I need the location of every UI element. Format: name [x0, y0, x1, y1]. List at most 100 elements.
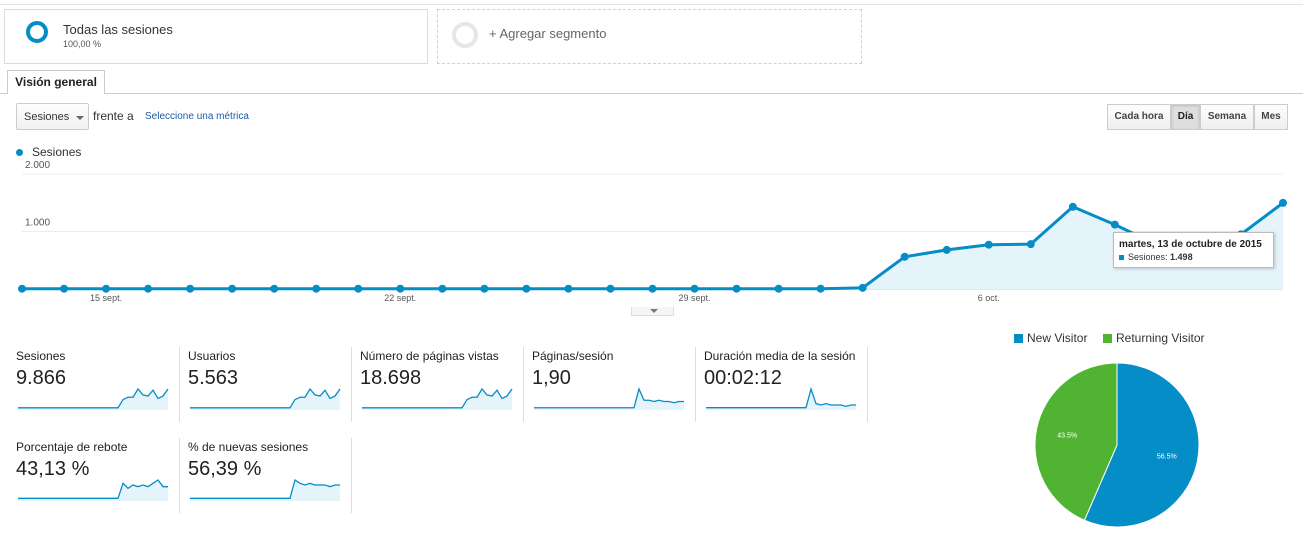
segment-title: Todas las sesiones	[63, 22, 173, 37]
sparkline-area	[534, 389, 684, 410]
metric-tile-separator	[867, 347, 868, 422]
y-tick-label: 1.000	[25, 218, 50, 229]
x-tick-label: 29 sept.	[679, 293, 711, 303]
tab-overview[interactable]: Visión general	[7, 70, 105, 94]
data-point	[1068, 202, 1077, 211]
metric-tile-separator	[351, 347, 352, 422]
x-tick-label: 22 sept.	[384, 293, 416, 303]
data-point	[396, 284, 405, 293]
metric-tile-separator	[179, 438, 180, 513]
sparkline-area	[18, 389, 168, 410]
x-tick-label: 6 oct.	[978, 293, 1000, 303]
metric-sparkline	[190, 387, 341, 410]
data-point	[186, 284, 195, 293]
pie-slice-label: 56.5%	[1157, 453, 1177, 460]
data-point	[900, 252, 909, 261]
visitor-type-pie-chart: 56.5% 43.5%	[1034, 362, 1200, 528]
data-point	[1279, 198, 1287, 207]
data-point	[270, 284, 279, 293]
data-point	[564, 284, 573, 293]
metric-tile: Sesiones 9.866	[16, 349, 174, 419]
pie-legend-returning: Returning Visitor	[1103, 331, 1205, 345]
versus-label: frente a	[93, 109, 134, 123]
data-point	[60, 284, 69, 293]
pie-legend-returning-label: Returning Visitor	[1116, 331, 1205, 345]
data-point	[354, 284, 363, 293]
tooltip-date: martes, 13 de octubre de 2015	[1119, 239, 1262, 250]
empty-segment-ring-icon	[452, 22, 478, 48]
legend-swatch-new	[1014, 334, 1023, 343]
metric-sparkline	[362, 387, 513, 410]
metric-tile-separator	[179, 347, 180, 422]
metric-label: Usuarios	[188, 349, 236, 363]
tooltip-series-label: Sesiones:	[1128, 252, 1168, 262]
data-point	[690, 284, 699, 293]
data-point	[774, 284, 783, 293]
pie-legend-new-label: New Visitor	[1027, 331, 1088, 345]
data-point	[816, 284, 825, 293]
metric-label: Duración media de la sesión	[704, 349, 856, 363]
data-point	[984, 240, 993, 249]
data-point	[858, 283, 867, 292]
metric-label: Porcentaje de rebote	[16, 440, 128, 454]
tab-underline	[0, 93, 1303, 94]
legend-swatch-returning	[1103, 334, 1112, 343]
add-segment-label: + Agregar segmento	[489, 26, 607, 41]
data-point	[228, 284, 237, 293]
pie-legend-new: New Visitor	[1014, 331, 1087, 345]
segment-all-sessions[interactable]: Todas las sesiones 100,00 %	[4, 9, 428, 64]
sparkline-area	[190, 389, 340, 410]
select-metric-link[interactable]: Seleccione una métrica	[145, 111, 249, 122]
metric-tile: Páginas/sesión 1,90	[532, 349, 690, 419]
collapse-chart-toggle[interactable]	[631, 307, 674, 316]
series-legend-label: Sesiones	[32, 145, 82, 159]
tooltip-value: 1.498	[1170, 252, 1193, 262]
top-divider	[0, 4, 1303, 5]
data-point	[312, 284, 321, 293]
metric-label: Sesiones	[16, 349, 66, 363]
data-point	[606, 284, 615, 293]
data-point	[732, 284, 741, 293]
data-point	[144, 284, 153, 293]
segment-ring-icon	[26, 21, 48, 43]
metric-tile: Usuarios 5.563	[188, 349, 346, 419]
data-point	[942, 245, 951, 254]
sparkline-area	[362, 389, 512, 410]
tab-gap	[8, 93, 104, 94]
sparkline-area	[706, 389, 856, 410]
granularity-day-button[interactable]: Día	[1171, 104, 1200, 130]
metric-tile-separator	[695, 347, 696, 422]
data-point	[18, 284, 26, 293]
add-segment-button[interactable]: + Agregar segmento	[437, 9, 862, 64]
granularity-month-button[interactable]: Mes	[1254, 104, 1288, 130]
segment-percent: 100,00 %	[63, 39, 102, 49]
metric-dropdown-label: Sesiones	[24, 111, 70, 123]
metric-tile-separator	[351, 438, 352, 513]
data-point	[1026, 240, 1035, 249]
pie-slice-label: 43.5%	[1057, 433, 1077, 440]
metric-label: Páginas/sesión	[532, 349, 614, 363]
metric-tile: Número de páginas vistas 18.698	[360, 349, 518, 419]
data-point	[648, 284, 657, 293]
data-point	[102, 284, 111, 293]
metric-tile: % de nuevas sesiones 56,39 %	[188, 440, 346, 510]
chevron-down-icon	[76, 116, 84, 120]
data-point	[480, 284, 489, 293]
metric-sparkline	[18, 387, 169, 410]
metric-tile-separator	[523, 347, 524, 422]
metric-dropdown[interactable]: Sesiones	[16, 103, 89, 130]
granularity-hourly-button[interactable]: Cada hora	[1107, 104, 1171, 130]
sessions-line-chart: 2.000 1.000 15 sept. 22 sept. 29 sept. 6 oct.	[18, 160, 1287, 303]
metric-sparkline	[706, 386, 856, 410]
chevron-down-icon	[650, 309, 658, 313]
metric-sparkline	[534, 387, 684, 410]
tooltip-value-row: Sesiones: 1.498	[1128, 252, 1193, 262]
x-tick-label: 15 sept.	[90, 293, 122, 303]
metric-label: % de nuevas sesiones	[188, 440, 309, 454]
data-point	[1110, 220, 1119, 229]
tooltip-series-swatch	[1119, 255, 1124, 260]
data-point	[522, 284, 531, 293]
chart-tooltip: martes, 13 de octubre de 2015 Sesiones: …	[1113, 232, 1274, 268]
granularity-week-button[interactable]: Semana	[1200, 104, 1254, 130]
series-legend-dot	[16, 149, 23, 156]
